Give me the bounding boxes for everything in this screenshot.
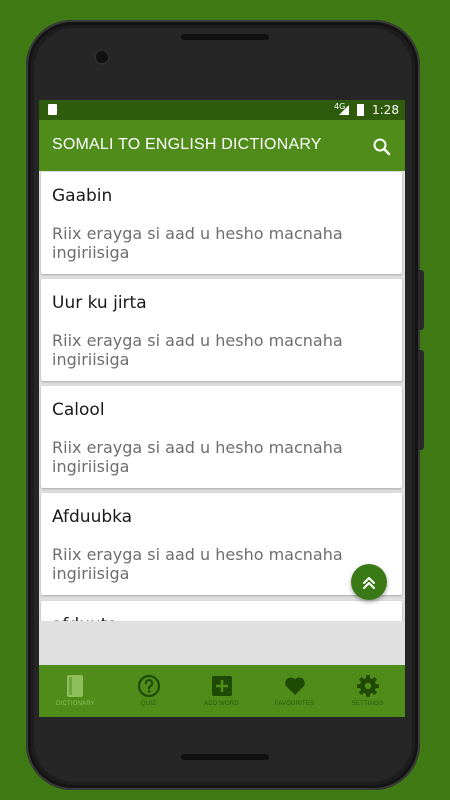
nav-settings[interactable]: SETTINGS [331, 665, 404, 717]
signal-icon [339, 105, 349, 115]
word-card[interactable]: Calool Riix erayga si aad u hesho macnah… [41, 386, 402, 488]
nav-favourites[interactable]: FAVOURITES [258, 665, 331, 717]
scroll-to-top-button[interactable] [351, 564, 387, 600]
earpiece-speaker [181, 34, 269, 40]
nav-label: QUIZ [140, 701, 157, 707]
heart-icon [285, 677, 305, 695]
word-hint: Riix erayga si aad u hesho macnaha ingir… [52, 224, 343, 262]
word-title: Gaabin [52, 186, 113, 206]
word-title: afduuta [52, 615, 118, 621]
nav-label: FAVOURITES [274, 701, 315, 707]
word-card[interactable]: Afduubka Riix erayga si aad u hesho macn… [41, 493, 402, 595]
word-hint: Riix erayga si aad u hesho macnaha ingir… [52, 545, 343, 583]
nav-label: SETTINGS [351, 701, 384, 707]
book-icon [67, 675, 83, 697]
nav-quiz[interactable]: QUIZ [112, 665, 185, 717]
nav-label: ADD WORD [204, 701, 239, 707]
app-title: SOMALI TO ENGLISH DICTIONARY [52, 136, 322, 153]
status-bar: 4G 1:28 [39, 100, 405, 120]
clock: 1:28 [372, 103, 399, 117]
nav-label: DICTIONARY [56, 701, 95, 707]
nav-dictionary[interactable]: DICTIONARY [39, 665, 112, 717]
volume-button [418, 270, 424, 330]
battery-icon [357, 104, 364, 116]
word-title: Afduubka [52, 507, 133, 527]
question-circle-icon [137, 674, 161, 698]
bottom-speaker [181, 754, 269, 760]
word-title: Calool [52, 400, 105, 420]
gear-icon [357, 675, 379, 697]
app-bar: SOMALI TO ENGLISH DICTIONARY [39, 120, 405, 171]
word-list: Gaabin Riix erayga si aad u hesho macnah… [39, 171, 405, 621]
power-button [418, 350, 424, 450]
front-camera [96, 51, 108, 63]
screen: 4G 1:28 SOMALI TO ENGLISH DICTIONARY Gaa… [39, 100, 405, 717]
word-card[interactable]: afduuta [41, 601, 402, 621]
word-hint: Riix erayga si aad u hesho macnaha ingir… [52, 438, 343, 476]
nav-add-word[interactable]: ADD WORD [185, 665, 258, 717]
word-card[interactable]: Gaabin Riix erayga si aad u hesho macnah… [41, 172, 402, 274]
plus-box-icon [212, 676, 232, 696]
bottom-navigation: DICTIONARY QUIZ ADD WORD FAVOURITES SETT… [39, 665, 405, 717]
search-icon[interactable] [371, 136, 393, 158]
word-hint: Riix erayga si aad u hesho macnaha ingir… [52, 331, 343, 369]
word-title: Uur ku jirta [52, 293, 147, 313]
word-card[interactable]: Uur ku jirta Riix erayga si aad u hesho … [41, 279, 402, 381]
double-chevron-up-icon [363, 577, 375, 589]
sim-card-icon [48, 104, 57, 115]
